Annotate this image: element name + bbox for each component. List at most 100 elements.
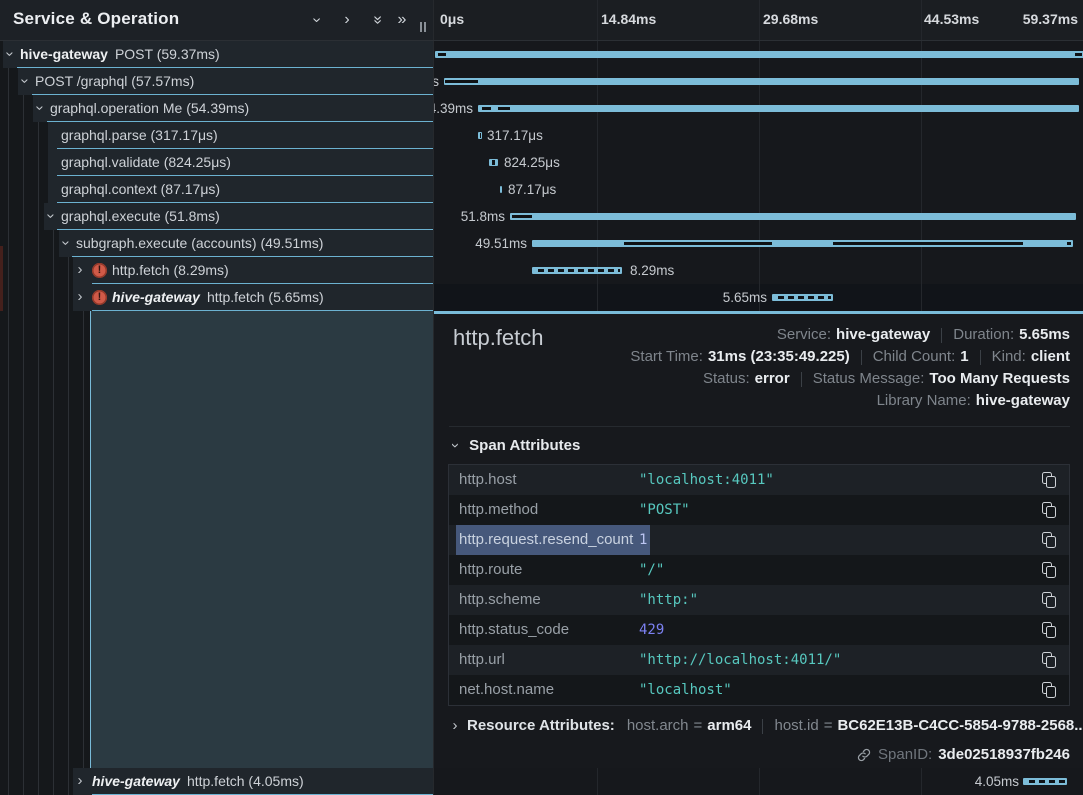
indent-guide bbox=[68, 243, 69, 795]
chevron-right-icon[interactable] bbox=[74, 768, 86, 795]
span-bar-graphql-validate[interactable] bbox=[489, 159, 498, 166]
tree-row-http-fetch-5ms-selected[interactable]: hive-gatewayhttp.fetch (5.65ms) bbox=[0, 284, 433, 311]
error-icon bbox=[92, 263, 107, 278]
tree-row-graphql-execute[interactable]: graphql.execute (51.8ms) bbox=[0, 203, 433, 230]
tree-row-graphql-operation-me[interactable]: graphql.operation Me (54.39ms) bbox=[0, 95, 433, 122]
timeline-row: 54.39ms bbox=[434, 95, 1083, 122]
attribute-key: http.method bbox=[459, 495, 538, 525]
collapse-one-icon[interactable] bbox=[308, 10, 326, 30]
library-name-value: hive-gateway bbox=[976, 390, 1070, 412]
operation-name: graphql.parse (317.17μs) bbox=[61, 122, 218, 149]
operation-name: graphql.context (87.17μs) bbox=[61, 176, 220, 203]
tree-row-post-graphql[interactable]: POST /graphql (57.57ms) bbox=[0, 68, 433, 95]
link-icon[interactable] bbox=[857, 748, 871, 762]
expand-one-icon[interactable] bbox=[338, 10, 356, 30]
span-attributes-table: http.host"localhost:4011"http.method"POS… bbox=[448, 464, 1070, 706]
copy-icon-button[interactable] bbox=[1041, 562, 1057, 578]
timeline-row: 51.8ms bbox=[434, 203, 1083, 230]
span-id-value: 3de02518937fb246 bbox=[938, 744, 1070, 766]
copy-icon-button[interactable] bbox=[1041, 622, 1057, 638]
copy-icon-button[interactable] bbox=[1041, 592, 1057, 608]
span-bar-http-fetch-5ms[interactable] bbox=[772, 294, 833, 301]
copy-icon-button[interactable] bbox=[1041, 532, 1057, 548]
tick-label: 59.37ms bbox=[1023, 11, 1078, 27]
span-bar-http-fetch-4ms[interactable] bbox=[1023, 778, 1067, 785]
span-bar-subgraph-execute[interactable] bbox=[532, 240, 1073, 247]
meta-line-4: Library Name:hive-gateway bbox=[877, 390, 1070, 412]
chevron-down-icon[interactable] bbox=[3, 41, 15, 68]
divider bbox=[449, 426, 1070, 427]
copy-icon-button[interactable] bbox=[1041, 652, 1057, 668]
duration-label: 8.29ms bbox=[630, 257, 674, 284]
timeline-row: 317.17μs bbox=[434, 122, 1083, 149]
collapse-all-icon[interactable] bbox=[368, 10, 386, 30]
attribute-key: http.status_code bbox=[459, 615, 569, 645]
attribute-value: "POST" bbox=[639, 495, 690, 525]
tree-row-graphql-context[interactable]: graphql.context (87.17μs) bbox=[0, 176, 433, 203]
tree-header: Service & Operation bbox=[0, 0, 433, 41]
error-icon bbox=[92, 290, 107, 305]
copy-icon-button[interactable] bbox=[1041, 502, 1057, 518]
span-bar-graphql-execute[interactable] bbox=[510, 213, 1076, 220]
tree-row-subgraph-execute[interactable]: subgraph.execute (accounts) (49.51ms) bbox=[0, 230, 433, 257]
chevron-down-icon[interactable] bbox=[59, 230, 71, 257]
resource-value: arm64 bbox=[707, 715, 751, 737]
resource-attributes-toggle[interactable]: Resource Attributes: host.arch=arm64host… bbox=[449, 715, 1083, 737]
span-attributes-toggle[interactable]: Span Attributes bbox=[449, 436, 580, 456]
operation-name: http.fetch (4.05ms) bbox=[187, 773, 304, 789]
duration-label: 49.51ms bbox=[475, 230, 527, 257]
copy-icon-button[interactable] bbox=[1041, 472, 1057, 488]
tree-row-hive-gateway-post[interactable]: hive-gatewayPOST (59.37ms) bbox=[0, 41, 433, 68]
pane-resize-handle[interactable] bbox=[419, 22, 429, 34]
span-bar-graphql-parse[interactable] bbox=[478, 132, 482, 139]
span-bar-graphql-context[interactable] bbox=[500, 186, 502, 193]
attribute-value: "localhost" bbox=[639, 675, 732, 705]
attribute-key: http.host bbox=[459, 465, 517, 495]
kind-value: client bbox=[1031, 346, 1070, 368]
span-bar-hive-gateway-post[interactable] bbox=[435, 51, 1083, 58]
trace-viewer: Service & Operation hive-gatewayPOST (59… bbox=[0, 0, 1083, 795]
tick-label: 0μs bbox=[440, 11, 464, 27]
expand-all-icon[interactable] bbox=[393, 10, 411, 30]
attribute-row-http.scheme: http.scheme"http:" bbox=[449, 585, 1069, 615]
span-bar-graphql-operation[interactable] bbox=[478, 105, 1079, 112]
tree-row-http-fetch-4ms[interactable]: hive-gateway http.fetch (4.05ms) bbox=[0, 768, 433, 795]
status-value: error bbox=[755, 368, 790, 390]
service-value: hive-gateway bbox=[836, 324, 930, 346]
tick-label: 29.68ms bbox=[763, 11, 818, 27]
span-bar-post-graphql[interactable] bbox=[444, 78, 1079, 85]
duration-label: 57.57ms bbox=[433, 68, 439, 95]
resource-key: host.arch bbox=[627, 715, 689, 737]
equals-sign: = bbox=[824, 715, 833, 737]
chevron-right-icon bbox=[449, 715, 461, 737]
attribute-key: http.route bbox=[459, 555, 522, 585]
chevron-right-icon[interactable] bbox=[74, 284, 86, 311]
meta-line-3: Status:error Status Message:Too Many Req… bbox=[703, 368, 1070, 390]
timeline-row: 824.25μs bbox=[434, 149, 1083, 176]
attribute-key: net.host.name bbox=[459, 675, 554, 705]
service-name: hive-gateway bbox=[92, 773, 180, 789]
indent-guide bbox=[83, 270, 84, 795]
duration-label: 317.17μs bbox=[487, 122, 543, 149]
chevron-right-icon[interactable] bbox=[74, 257, 86, 284]
tree-row-graphql-parse[interactable]: graphql.parse (317.17μs) bbox=[0, 122, 433, 149]
tree-row-http-fetch-8ms[interactable]: http.fetch (8.29ms) bbox=[0, 257, 433, 284]
chevron-down-icon[interactable] bbox=[18, 68, 30, 95]
timeline-row bbox=[434, 41, 1083, 68]
duration-label: 4.05ms bbox=[975, 768, 1019, 795]
operation-name: subgraph.execute (accounts) (49.51ms) bbox=[76, 230, 323, 257]
span-id-label: SpanID: bbox=[878, 744, 932, 766]
span-bar-http-fetch-8ms[interactable] bbox=[532, 267, 622, 274]
attribute-row-http.url: http.url"http://localhost:4011/" bbox=[449, 645, 1069, 675]
resource-key: host.id bbox=[774, 715, 818, 737]
chevron-down-icon[interactable] bbox=[33, 95, 45, 122]
chevron-down-icon[interactable] bbox=[44, 203, 56, 230]
tick-label: 44.53ms bbox=[924, 11, 979, 27]
operation-name: graphql.operation Me (54.39ms) bbox=[50, 95, 249, 122]
tree-row-graphql-validate[interactable]: graphql.validate (824.25μs) bbox=[0, 149, 433, 176]
attribute-value: 1 bbox=[636, 525, 650, 555]
copy-icon-button[interactable] bbox=[1041, 682, 1057, 698]
timeline-row: 8.29ms bbox=[434, 257, 1083, 284]
attribute-row-http.status_code: http.status_code429 bbox=[449, 615, 1069, 645]
meta-line-2: Start Time:31ms (23:35:49.225) Child Cou… bbox=[630, 346, 1070, 368]
